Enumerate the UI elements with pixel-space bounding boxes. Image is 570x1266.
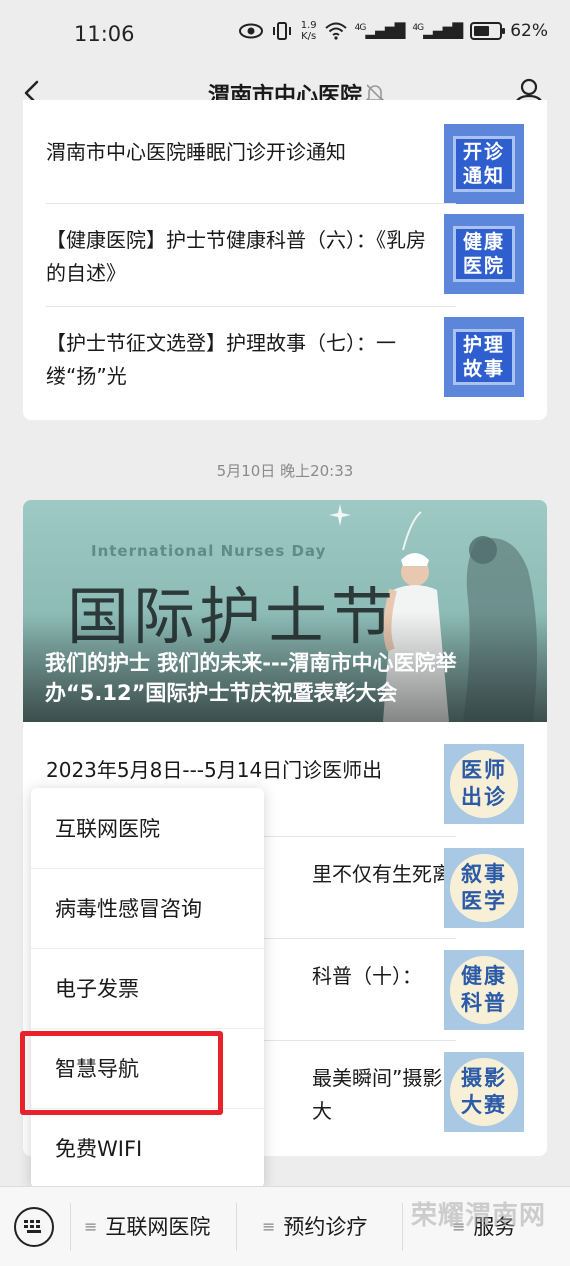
vibrate-icon — [272, 22, 291, 40]
thumbnail-label: 医师 出诊 — [450, 750, 518, 818]
signal-icon-1: 4G▂▄▆█ — [354, 22, 406, 40]
keyboard-icon[interactable] — [14, 1207, 54, 1247]
status-bar: 11:06 1.9 K/s 4G▂▄▆█ 4G▂▄▆█ 62% — [0, 0, 570, 66]
article-thumbnail: 护理 故事 — [444, 317, 524, 397]
article-thumbnail: 开诊 通知 — [444, 124, 524, 204]
message-timestamp: 5月10日 晚上20:33 — [216, 462, 354, 480]
menu-item-e-invoice[interactable]: 电子发票 — [31, 948, 264, 1028]
battery-percent: 62% — [510, 21, 548, 41]
article-title: 科普（十）： — [312, 964, 422, 988]
article-thumbnail: 医师 出诊 — [444, 744, 524, 824]
thumbnail-label: 开诊 通知 — [453, 136, 515, 192]
hero-english-title: International Nurses Day — [91, 542, 327, 560]
article-thumbnail: 健康 医院 — [444, 214, 524, 294]
divider — [236, 1203, 237, 1251]
menu-lines-icon: ≡ — [262, 1216, 276, 1236]
article-item[interactable]: 【护士节征文选登】护理故事（七）：一缕“扬”光 护理 故事 — [46, 317, 524, 407]
battery-icon — [470, 22, 506, 40]
bottom-menu-internet-hospital[interactable]: ≡ 互联网医院 — [84, 1211, 210, 1241]
article-thumbnail: 摄影 大赛 — [444, 1052, 524, 1132]
article-title: 【护士节征文选登】护理故事（七）：一缕“扬”光 — [46, 331, 396, 388]
bottom-menu-label: 预约诊疗 — [283, 1215, 368, 1239]
article-title: 里不仅有生死离 — [312, 862, 452, 886]
article-title: 【健康医院】护士节健康科普（六）：《乳房的自述》 — [46, 228, 426, 285]
hero-article-title: 我们的护士 我们的未来---渭南市中心医院举办“5.12”国际护士节庆祝暨表彰大… — [45, 651, 457, 705]
thumbnail-label: 叙事 医学 — [450, 854, 518, 922]
status-icons: 1.9 K/s 4G▂▄▆█ 4G▂▄▆█ 62% — [238, 20, 548, 42]
article-title: 2023年5月8日---5月14日门诊医师出 — [46, 758, 383, 782]
red-highlight-box — [20, 1031, 223, 1115]
article-title: 最美瞬间”摄影大 — [312, 1066, 443, 1123]
net-speed: 1.9 K/s — [300, 20, 317, 42]
thumbnail-label: 健康 科普 — [450, 956, 518, 1024]
thumbnail-label: 摄影 大赛 — [450, 1058, 518, 1126]
thumbnail-label: 护理 故事 — [453, 329, 515, 385]
menu-item-flu-consult[interactable]: 病毒性感冒咨询 — [31, 868, 264, 948]
article-item[interactable]: 渭南市中心医院睡眠门诊开诊通知 开诊 通知 — [46, 114, 524, 204]
sparkle-icon — [329, 504, 351, 526]
signal-icon-2: 4G▂▄▆█ — [412, 22, 463, 40]
eye-icon — [238, 23, 263, 39]
bottom-menu-bar: ≡ 互联网医院 ≡ 预约诊疗 ≡ 服务 荣耀渭南网 — [0, 1186, 570, 1266]
article-thumbnail: 健康 科普 — [444, 950, 524, 1030]
hero-banner[interactable]: International Nurses Day 国际护士节 我们的护士 我们的… — [23, 500, 547, 722]
watermark: 荣耀渭南网 — [410, 1201, 546, 1231]
menu-item-free-wifi[interactable]: 免费WIFI — [31, 1108, 264, 1188]
wifi-icon — [324, 22, 347, 40]
menu-item-internet-hospital[interactable]: 互联网医院 — [31, 788, 264, 868]
article-item[interactable]: 【健康医院】护士节健康科普（六）：《乳房的自述》 健康 医院 — [46, 214, 524, 304]
article-card-1: 渭南市中心医院睡眠门诊开诊通知 开诊 通知 【健康医院】护士节健康科普（六）：《… — [23, 100, 547, 420]
divider — [46, 306, 456, 307]
divider — [70, 1203, 71, 1251]
menu-lines-icon: ≡ — [84, 1216, 98, 1236]
article-title: 渭南市中心医院睡眠门诊开诊通知 — [46, 140, 346, 164]
bottom-menu-appointment[interactable]: ≡ 预约诊疗 — [262, 1211, 367, 1241]
article-thumbnail: 叙事 医学 — [444, 848, 524, 928]
divider — [46, 203, 456, 204]
bottom-menu-label: 互联网医院 — [105, 1215, 211, 1239]
thumbnail-label: 健康 医院 — [453, 226, 515, 282]
divider — [402, 1203, 403, 1251]
status-time: 11:06 — [74, 22, 135, 46]
popup-menu: 互联网医院 病毒性感冒咨询 电子发票 智慧导航 免费WIFI — [31, 788, 264, 1188]
